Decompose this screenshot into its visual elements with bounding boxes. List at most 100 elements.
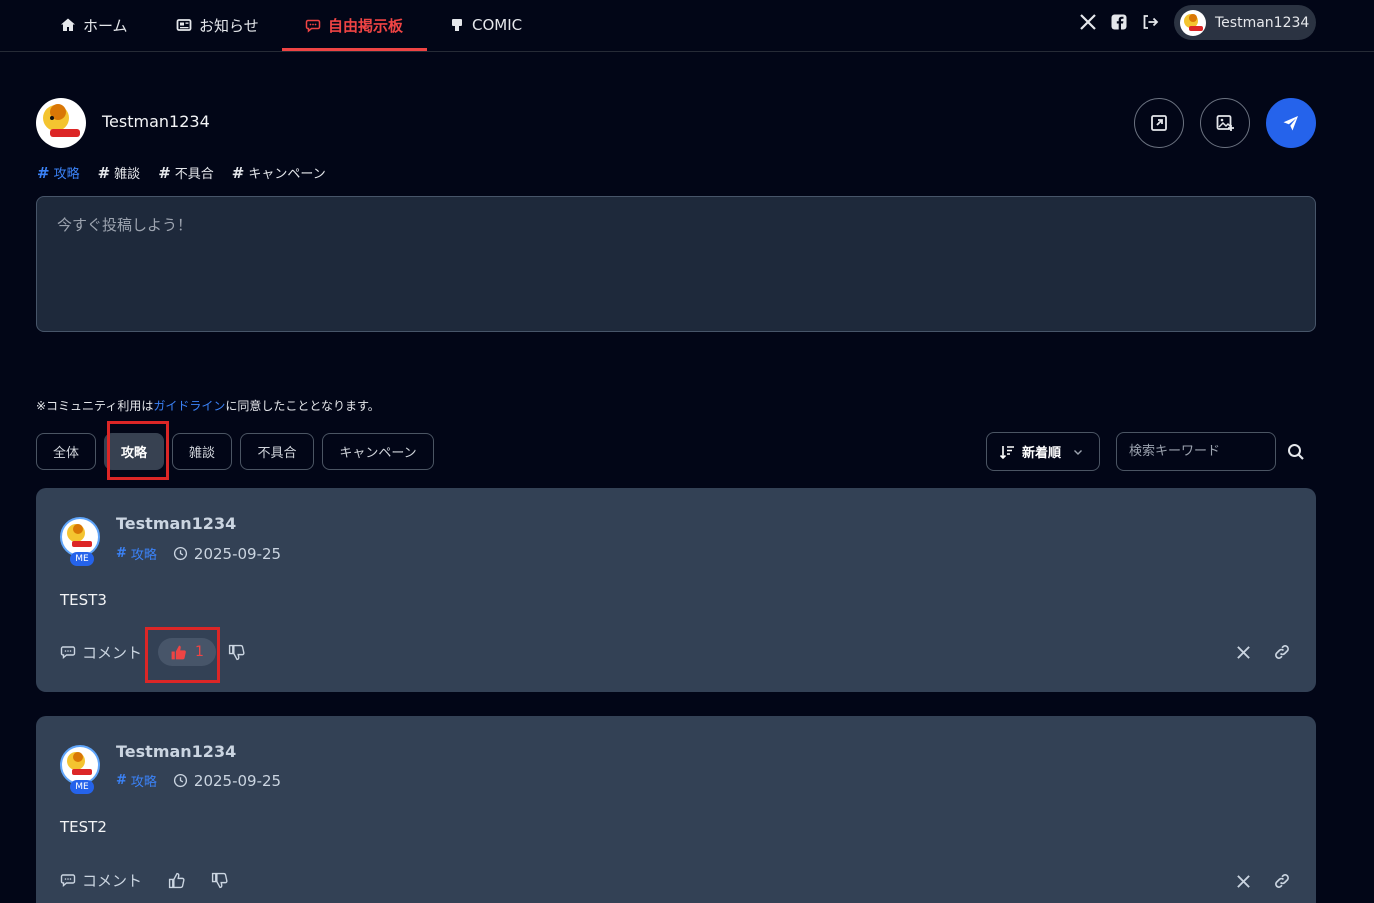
share-actions: [1236, 872, 1291, 890]
nav-board-label: 自由掲示板: [328, 16, 404, 35]
nav-comic-label: COMIC: [472, 16, 523, 34]
hashtag-chat[interactable]: # 雑談: [97, 163, 141, 183]
me-badge: ME: [70, 780, 94, 794]
avatar: [36, 98, 86, 148]
nav-home[interactable]: ホーム: [60, 0, 128, 50]
post-tag[interactable]: # 攻略: [116, 544, 157, 563]
search-input[interactable]: [1116, 432, 1276, 471]
hashtag-label: 攻略: [53, 167, 80, 182]
composer-hashtags: # 攻略 # 雑談 # 不具合 # キャンペーン: [37, 163, 326, 183]
nav-news[interactable]: お知らせ: [176, 0, 259, 50]
nav-comic[interactable]: COMIC: [449, 0, 522, 50]
filter-strategy[interactable]: 攻略: [104, 433, 164, 470]
avatar: ME: [60, 517, 100, 566]
post-tag-label: 攻略: [130, 775, 157, 790]
post-meta: # 攻略 2025-09-25: [116, 544, 281, 564]
facebook-icon[interactable]: [1110, 13, 1128, 31]
comment-icon: [60, 646, 76, 659]
post-date: 2025-09-25: [173, 545, 281, 563]
notice-prefix: ※コミュニティ利用は: [36, 399, 154, 413]
search-icon[interactable]: [1287, 443, 1305, 461]
user-menu[interactable]: Testman1234: [1174, 5, 1316, 40]
x-share-icon[interactable]: [1236, 645, 1251, 660]
link-icon[interactable]: [1273, 872, 1291, 890]
comment-icon: [60, 874, 76, 887]
send-icon: [1283, 116, 1298, 131]
comment-label: コメント: [82, 871, 143, 890]
filter-all[interactable]: 全体: [36, 433, 96, 470]
hash-icon: #: [116, 773, 127, 788]
hashtag-campaign[interactable]: # キャンペーン: [231, 163, 326, 183]
post-author: Testman1234: [116, 742, 237, 761]
hash-icon: #: [116, 546, 127, 561]
link-icon[interactable]: [1273, 643, 1291, 661]
filter-chat[interactable]: 雑談: [172, 433, 232, 470]
nav-news-label: お知らせ: [199, 16, 259, 35]
hashtag-label: キャンペーン: [248, 167, 326, 182]
post-meta: # 攻略 2025-09-25: [116, 771, 281, 791]
logout-icon[interactable]: [1141, 13, 1159, 31]
post-tag[interactable]: # 攻略: [116, 771, 157, 790]
thumbs-down-icon: [228, 644, 245, 660]
hashtag-label: 不具合: [174, 167, 214, 182]
clock-icon: [173, 546, 187, 561]
submit-post-button[interactable]: [1266, 98, 1316, 148]
like-button[interactable]: [156, 866, 205, 894]
post-card: ME Testman1234 # 攻略 2025-09-25 TEST3 コメント…: [36, 488, 1316, 692]
hash-icon: #: [158, 163, 171, 182]
nav-board[interactable]: 自由掲示板: [305, 0, 403, 50]
hash-icon: #: [231, 163, 245, 182]
hash-icon: #: [37, 163, 50, 182]
dislike-button[interactable]: [228, 644, 245, 661]
hashtag-strategy[interactable]: # 攻略: [37, 163, 80, 183]
me-badge: ME: [70, 552, 94, 566]
post-composer-input[interactable]: 今すぐ投稿しよう！: [36, 196, 1316, 332]
news-icon: [176, 19, 192, 31]
avatar: [1180, 9, 1206, 36]
filter-label: 攻略: [120, 446, 147, 461]
x-icon[interactable]: [1079, 13, 1097, 31]
avatar: ME: [60, 745, 100, 794]
filter-bug[interactable]: 不具合: [240, 433, 314, 470]
dislike-button[interactable]: [211, 872, 228, 889]
notice-suffix: に同意したこととなります。: [225, 399, 380, 413]
comic-icon: [452, 19, 462, 31]
guideline-link[interactable]: ガイドライン: [153, 399, 225, 413]
x-share-icon[interactable]: [1236, 874, 1251, 889]
post-body: TEST3: [60, 591, 107, 609]
filter-label: 不具合: [257, 446, 297, 461]
sort-label: 新着順: [1022, 446, 1062, 461]
post-date: 2025-09-25: [173, 772, 281, 790]
thumbs-up-icon: [168, 872, 185, 888]
like-button[interactable]: 1: [158, 638, 216, 666]
filter-label: キャンペーン: [339, 446, 417, 461]
filter-label: 全体: [52, 446, 79, 461]
filter-campaign[interactable]: キャンペーン: [322, 433, 434, 470]
filter-label: 雑談: [188, 446, 215, 461]
nav-home-label: ホーム: [83, 16, 128, 35]
comment-button[interactable]: コメント: [60, 642, 142, 663]
like-count: 1: [195, 644, 204, 660]
guideline-notice: ※コミュニティ利用はガイドラインに同意したこととなります。: [36, 397, 380, 414]
expand-button[interactable]: [1134, 98, 1184, 148]
sort-dropdown[interactable]: 新着順: [986, 432, 1100, 471]
share-actions: [1236, 643, 1291, 661]
comment-button[interactable]: コメント: [60, 870, 142, 891]
post-date-text: 2025-09-25: [193, 771, 282, 790]
top-navigation: ホーム お知らせ 自由掲示板 COMIC Testman1234: [0, 0, 1374, 52]
hashtag-bug[interactable]: # 不具合: [158, 163, 214, 183]
user-name: Testman1234: [1215, 14, 1310, 31]
chevron-down-icon: [1074, 449, 1083, 455]
chat-icon: [305, 19, 321, 33]
thumbs-up-icon: [171, 645, 186, 659]
post-author: Testman1234: [116, 514, 237, 533]
home-icon: [61, 18, 75, 31]
image-add-icon: [1216, 115, 1234, 131]
comment-label: コメント: [82, 643, 143, 662]
add-image-button[interactable]: [1200, 98, 1250, 148]
hash-icon: #: [97, 163, 111, 182]
hashtag-label: 雑談: [114, 167, 141, 182]
post-actions: コメント: [60, 866, 228, 894]
post-actions: コメント 1: [60, 638, 245, 666]
post-body: TEST2: [60, 818, 107, 836]
